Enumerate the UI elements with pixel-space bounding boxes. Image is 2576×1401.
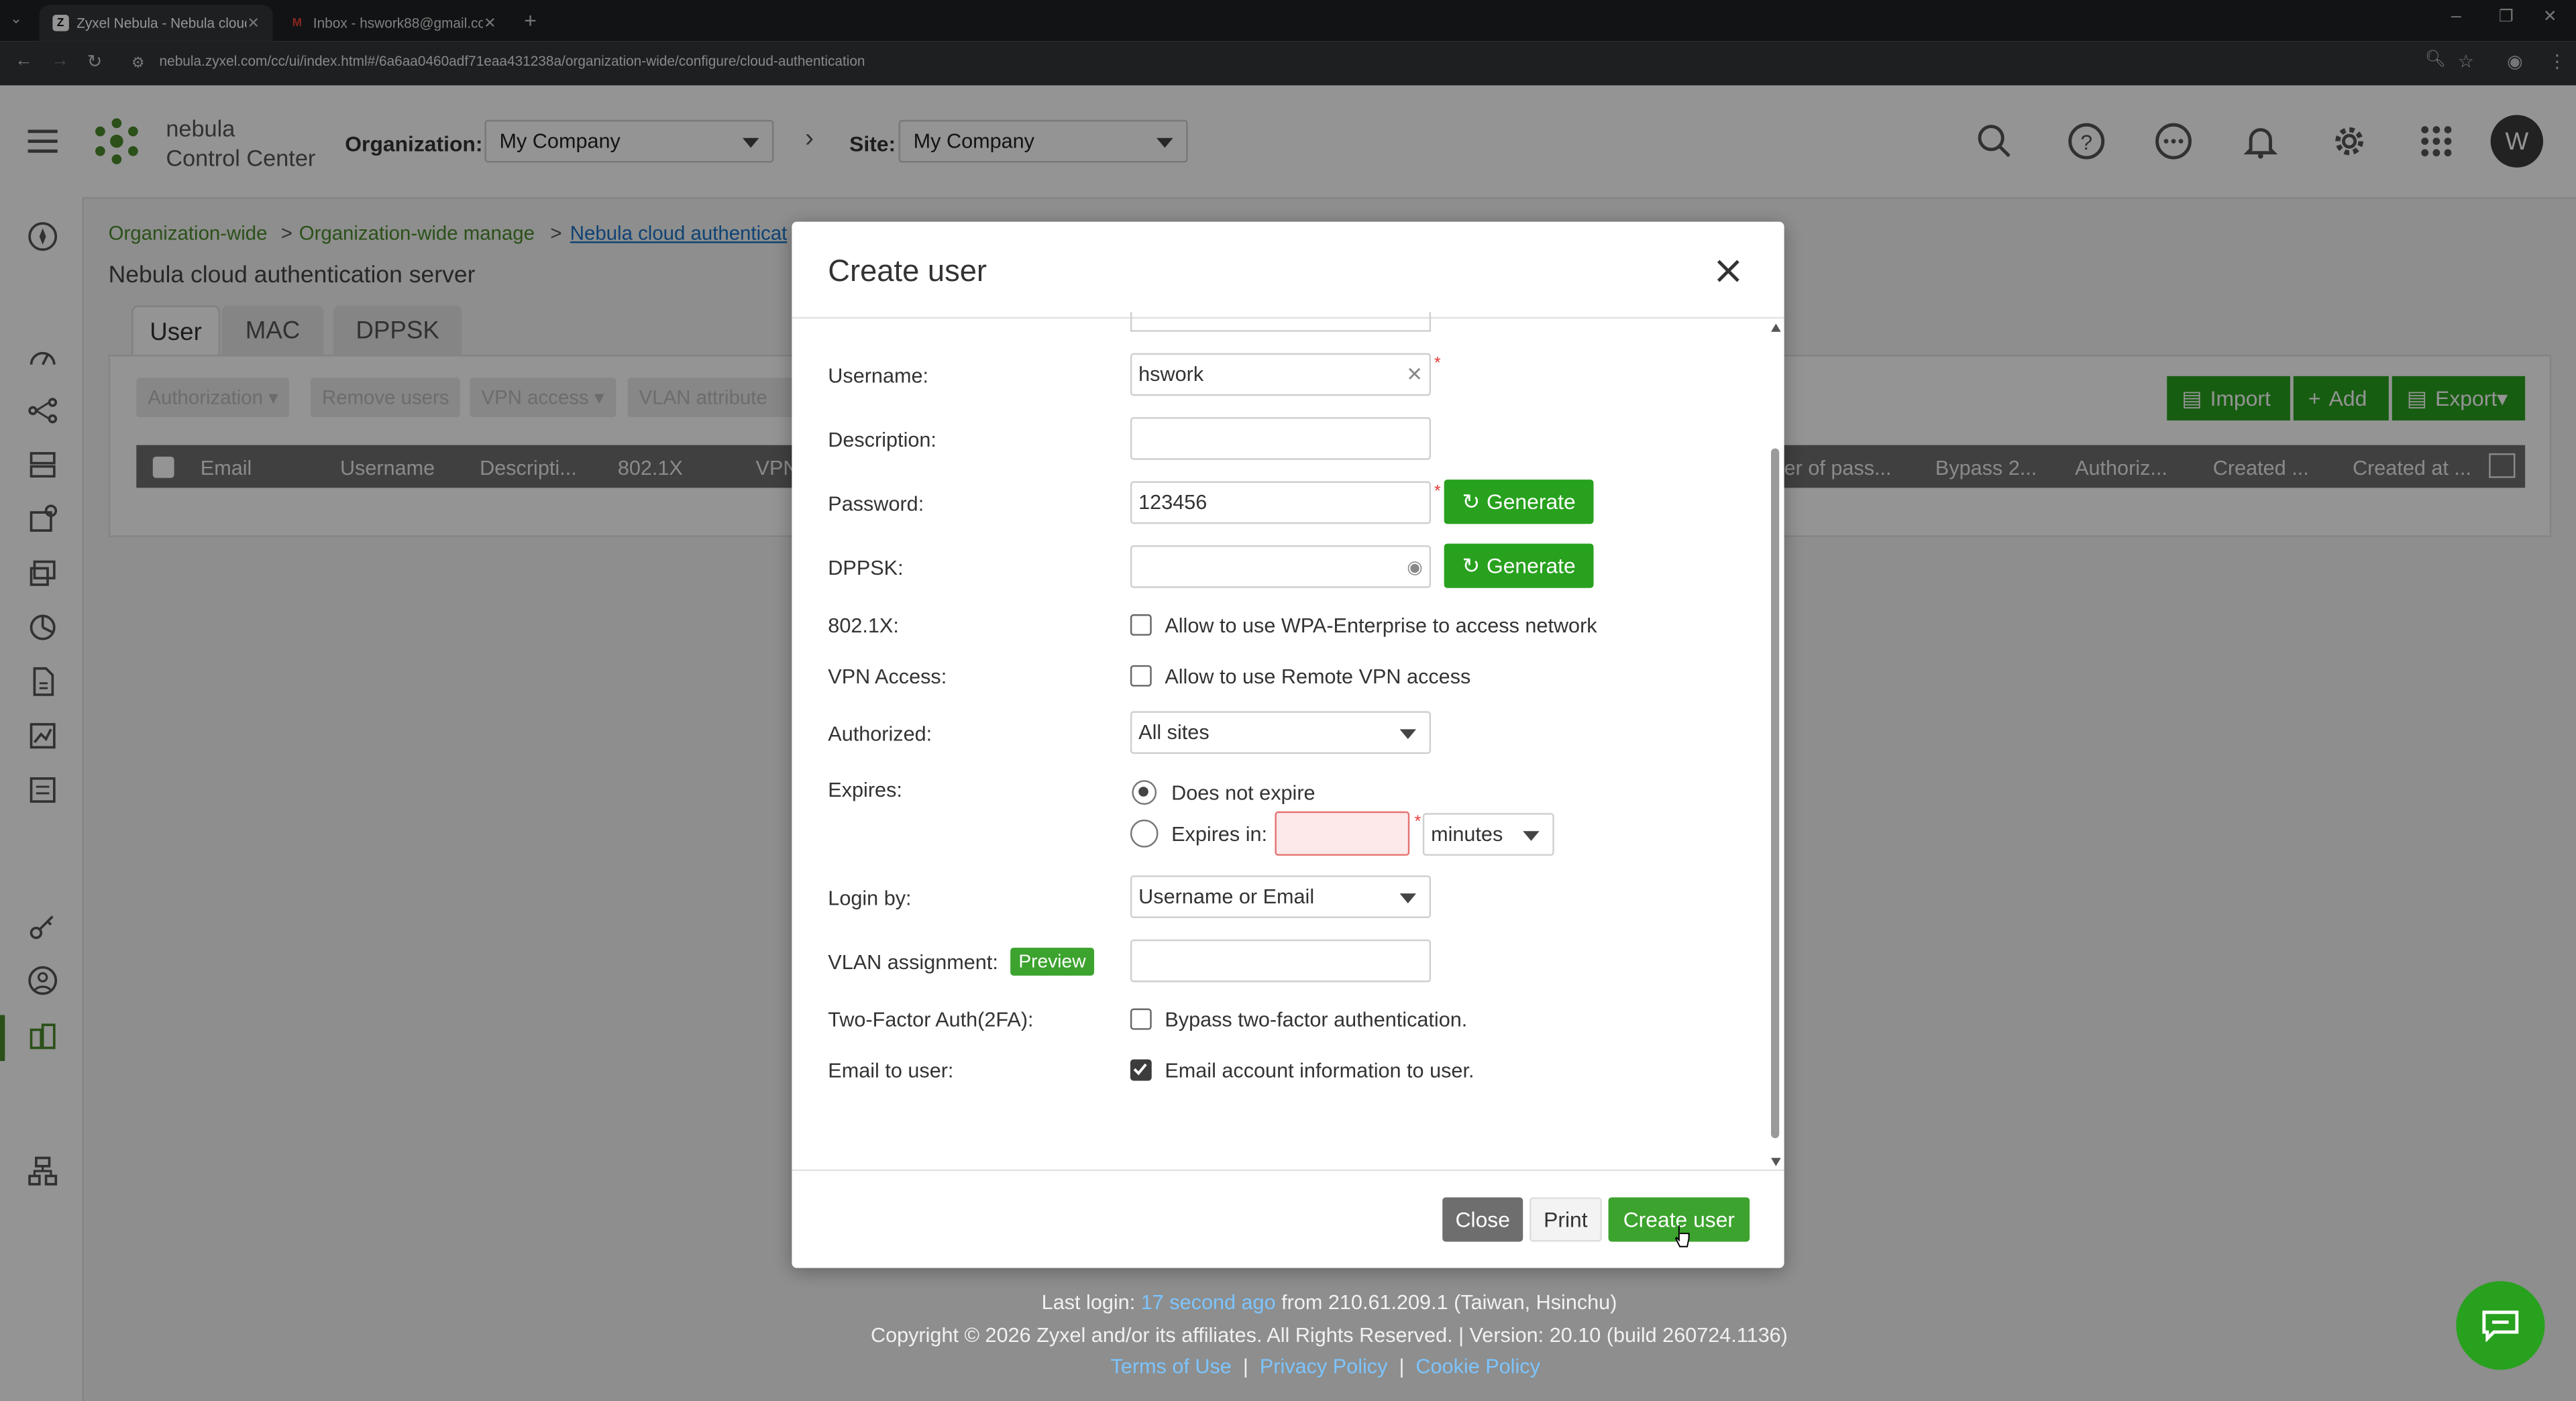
username-field[interactable]: hswork ✕ — [1130, 353, 1432, 396]
dppsk-label: DPPSK: — [828, 557, 904, 580]
dppsk-field[interactable]: ◉ — [1130, 545, 1432, 588]
copyright: Copyright © 2026 Zyxel and/or its affili… — [870, 1323, 1788, 1347]
login-by-label: Login by: — [828, 887, 912, 910]
chevron-down-icon — [1399, 729, 1417, 740]
password-label: Password: — [828, 492, 924, 516]
expires-in-field[interactable] — [1275, 811, 1410, 856]
scroll-up-icon[interactable] — [1771, 323, 1781, 332]
chat-button[interactable] — [2456, 1281, 2545, 1370]
dialog-footer-divider — [792, 1169, 1784, 1172]
generate-dppsk-button[interactable]: ↻ Generate — [1444, 543, 1594, 588]
bypass-2fa-text: Bypass two-factor authentication. — [1165, 1008, 1468, 1031]
username-label: Username: — [828, 364, 929, 388]
generate-password-button[interactable]: ↻ Generate — [1444, 480, 1594, 524]
mouse-cursor-icon — [1674, 1225, 1690, 1247]
screen: ⌄ Z Zyxel Nebula - Nebula cloud au... ✕ … — [0, 0, 2576, 1401]
does-not-expire-text: Does not expire — [1171, 781, 1316, 805]
last-login-label: Last login: — [1041, 1290, 1136, 1314]
footer-separator: | — [1242, 1355, 1248, 1378]
last-login-link[interactable]: 17 second ago — [1141, 1291, 1276, 1314]
chevron-down-icon — [1399, 893, 1417, 903]
vpn-access-label: VPN Access: — [828, 665, 947, 689]
generate-label: Generate — [1486, 489, 1576, 514]
username-value: hswork — [1138, 363, 1204, 386]
close-button[interactable]: Close — [1442, 1197, 1523, 1242]
dot1x-text: Allow to use WPA-Enterprise to access ne… — [1165, 614, 1597, 638]
chevron-down-icon — [1523, 831, 1540, 841]
generate-label: Generate — [1486, 553, 1576, 579]
last-login-line: Last login: 17 second ago from 210.61.20… — [1042, 1291, 1617, 1314]
refresh-icon: ↻ — [1462, 553, 1481, 577]
privacy-link[interactable]: Privacy Policy — [1260, 1355, 1388, 1378]
description-label: Description: — [828, 429, 936, 452]
refresh-icon: ↻ — [1462, 488, 1481, 514]
dot1x-label: 802.1X: — [828, 614, 899, 638]
authorized-value: All sites — [1138, 721, 1210, 744]
required-mark: * — [1414, 813, 1421, 832]
login-by-select[interactable]: Username or Email — [1130, 875, 1432, 918]
description-field[interactable] — [1130, 417, 1432, 460]
close-icon[interactable] — [1712, 255, 1745, 288]
vpn-access-checkbox[interactable] — [1130, 665, 1152, 687]
expires-in-text: Expires in: — [1171, 822, 1268, 846]
vpn-access-text: Allow to use Remote VPN access — [1165, 665, 1471, 689]
preview-badge: Preview — [1010, 948, 1094, 976]
last-login-from: from 210.61.209.1 (Taiwan, Hsinchu) — [1281, 1290, 1617, 1314]
cookie-link[interactable]: Cookie Policy — [1415, 1355, 1540, 1378]
footer-separator: | — [1399, 1355, 1405, 1378]
required-mark: * — [1434, 483, 1441, 501]
password-value: 123456 — [1138, 491, 1208, 514]
required-mark: * — [1434, 354, 1441, 373]
authorized-label: Authorized: — [828, 722, 932, 746]
print-button[interactable]: Print — [1529, 1197, 1602, 1242]
scrolled-field-edge — [1130, 312, 1432, 332]
bypass-2fa-checkbox[interactable] — [1130, 1008, 1152, 1030]
create-user-dialog: Create user Username: hswork ✕ * Descrip… — [792, 221, 1784, 1268]
email-to-user-label: Email to user: — [828, 1059, 954, 1082]
clear-icon[interactable]: ✕ — [1406, 363, 1423, 386]
does-not-expire-radio[interactable] — [1132, 780, 1157, 805]
email-to-user-text: Email account information to user. — [1165, 1059, 1474, 1082]
expires-in-radio[interactable] — [1130, 820, 1159, 848]
footer-links: Terms of Use | Privacy Policy | Cookie P… — [1111, 1355, 1540, 1378]
expires-unit-select[interactable]: minutes — [1422, 813, 1554, 856]
authorized-select[interactable]: All sites — [1130, 711, 1432, 754]
eye-icon[interactable]: ◉ — [1407, 556, 1423, 577]
terms-link[interactable]: Terms of Use — [1111, 1355, 1232, 1378]
dialog-title: Create user — [828, 253, 987, 288]
scrollbar-thumb[interactable] — [1771, 448, 1780, 1139]
vlan-assignment-label: VLAN assignment: — [828, 950, 998, 974]
two-factor-label: Two-Factor Auth(2FA): — [828, 1008, 1034, 1031]
dot1x-checkbox[interactable] — [1130, 614, 1152, 636]
scroll-down-icon[interactable] — [1771, 1158, 1781, 1166]
expires-unit-value: minutes — [1431, 822, 1503, 846]
chat-bubble-icon — [2482, 1310, 2519, 1342]
password-field[interactable]: 123456 — [1130, 481, 1432, 524]
email-to-user-checkbox[interactable] — [1130, 1059, 1152, 1081]
login-by-value: Username or Email — [1138, 885, 1315, 909]
checkmark-icon — [1133, 1063, 1147, 1076]
dialog-scrollbar[interactable] — [1771, 323, 1781, 1166]
vlan-assignment-field[interactable] — [1130, 939, 1432, 983]
expires-label: Expires: — [828, 778, 902, 802]
